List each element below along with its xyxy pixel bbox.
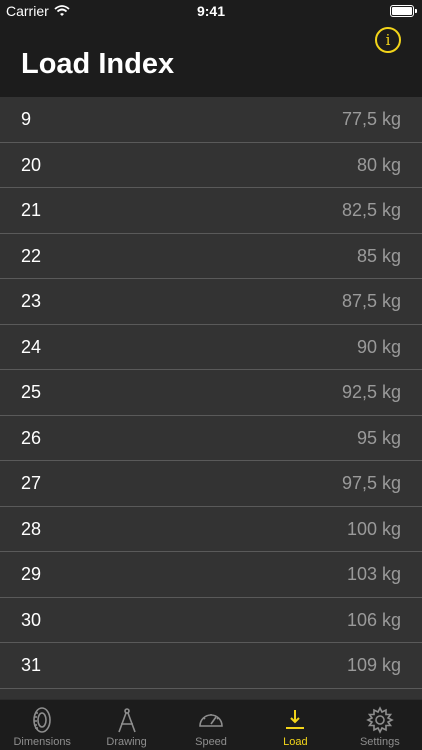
load-index-value: 30 — [21, 609, 42, 630]
load-capacity-value: 85 kg — [356, 245, 401, 266]
load-capacity-value: 80 kg — [356, 154, 401, 175]
list-row[interactable]: 28 100 kg — [0, 507, 422, 552]
load-index-value: 23 — [21, 291, 42, 311]
tab-settings[interactable]: Settings — [338, 700, 422, 750]
list-row[interactable]: 27 97,5 kg — [0, 461, 422, 507]
list-row[interactable]: 9 77,5 kg — [0, 97, 422, 143]
info-button[interactable]: i — [375, 27, 401, 53]
tab-label: Settings — [359, 736, 400, 748]
list-row[interactable]: 30 106 kg — [0, 598, 422, 643]
load-index-value: 25 — [21, 382, 42, 402]
load-index-value: 20 — [21, 154, 42, 175]
tab-speed[interactable]: Speed — [169, 700, 253, 750]
list-row[interactable]: 26 95 kg — [0, 416, 422, 461]
load-index-list[interactable]: 9 77,5 kg 20 80 kg 21 82,5 kg 22 85 kg 23 87,5 kg… — [0, 97, 422, 700]
load-capacity-value: 109 kg — [346, 655, 401, 675]
navigation-bar: Load Index i — [0, 22, 422, 97]
load-index-value: 29 — [21, 564, 42, 584]
load-index-value: 31 — [21, 655, 42, 675]
list-row[interactable]: 21 82,5 kg — [0, 188, 422, 234]
load-capacity-value: 77,5 kg — [341, 109, 401, 129]
load-index-value: 9 — [21, 109, 32, 129]
load-index-value: 24 — [21, 336, 42, 357]
list-row[interactable]: 22 85 kg — [0, 234, 422, 279]
page-title: Load Index — [21, 48, 175, 80]
tab-load[interactable]: Load — [253, 700, 337, 750]
info-icon: i — [385, 31, 391, 49]
status-time: 9:41 — [196, 3, 226, 19]
load-capacity-value: 100 kg — [346, 518, 401, 539]
tab-label: Load — [283, 736, 308, 748]
load-capacity-value: 97,5 kg — [341, 473, 401, 493]
load-capacity-value: 106 kg — [346, 609, 401, 630]
load-index-value: 27 — [21, 473, 42, 493]
tab-label: Dimensions — [13, 736, 71, 748]
load-index-value: 26 — [21, 427, 42, 448]
list-row[interactable]: 31 109 kg — [0, 643, 422, 689]
load-capacity-value: 95 kg — [356, 427, 401, 448]
list-row[interactable]: 24 90 kg — [0, 325, 422, 370]
list-row[interactable]: 20 80 kg — [0, 143, 422, 188]
load-capacity-value: 87,5 kg — [341, 291, 401, 311]
load-index-value: 28 — [21, 518, 42, 539]
load-index-value: 21 — [21, 200, 42, 220]
tab-bar: Dimensions Drawing Speed Load Settings — [0, 699, 422, 750]
list-row[interactable]: 23 87,5 kg — [0, 279, 422, 325]
load-capacity-value: 82,5 kg — [341, 200, 401, 220]
load-index-value: 22 — [21, 245, 42, 266]
tab-label: Drawing — [106, 736, 147, 748]
list-row[interactable]: 25 92,5 kg — [0, 370, 422, 416]
tab-dimensions[interactable]: Dimensions — [0, 700, 84, 750]
load-capacity-value: 103 kg — [346, 564, 401, 584]
tab-drawing[interactable]: Drawing — [84, 700, 168, 750]
load-capacity-value: 92,5 kg — [341, 382, 401, 402]
status-bar: Carrier 9:41 — [0, 0, 422, 22]
battery-icon — [390, 5, 417, 17]
load-capacity-value: 90 kg — [356, 336, 401, 357]
tab-label: Speed — [195, 736, 227, 748]
list-row[interactable]: 29 103 kg — [0, 552, 422, 598]
